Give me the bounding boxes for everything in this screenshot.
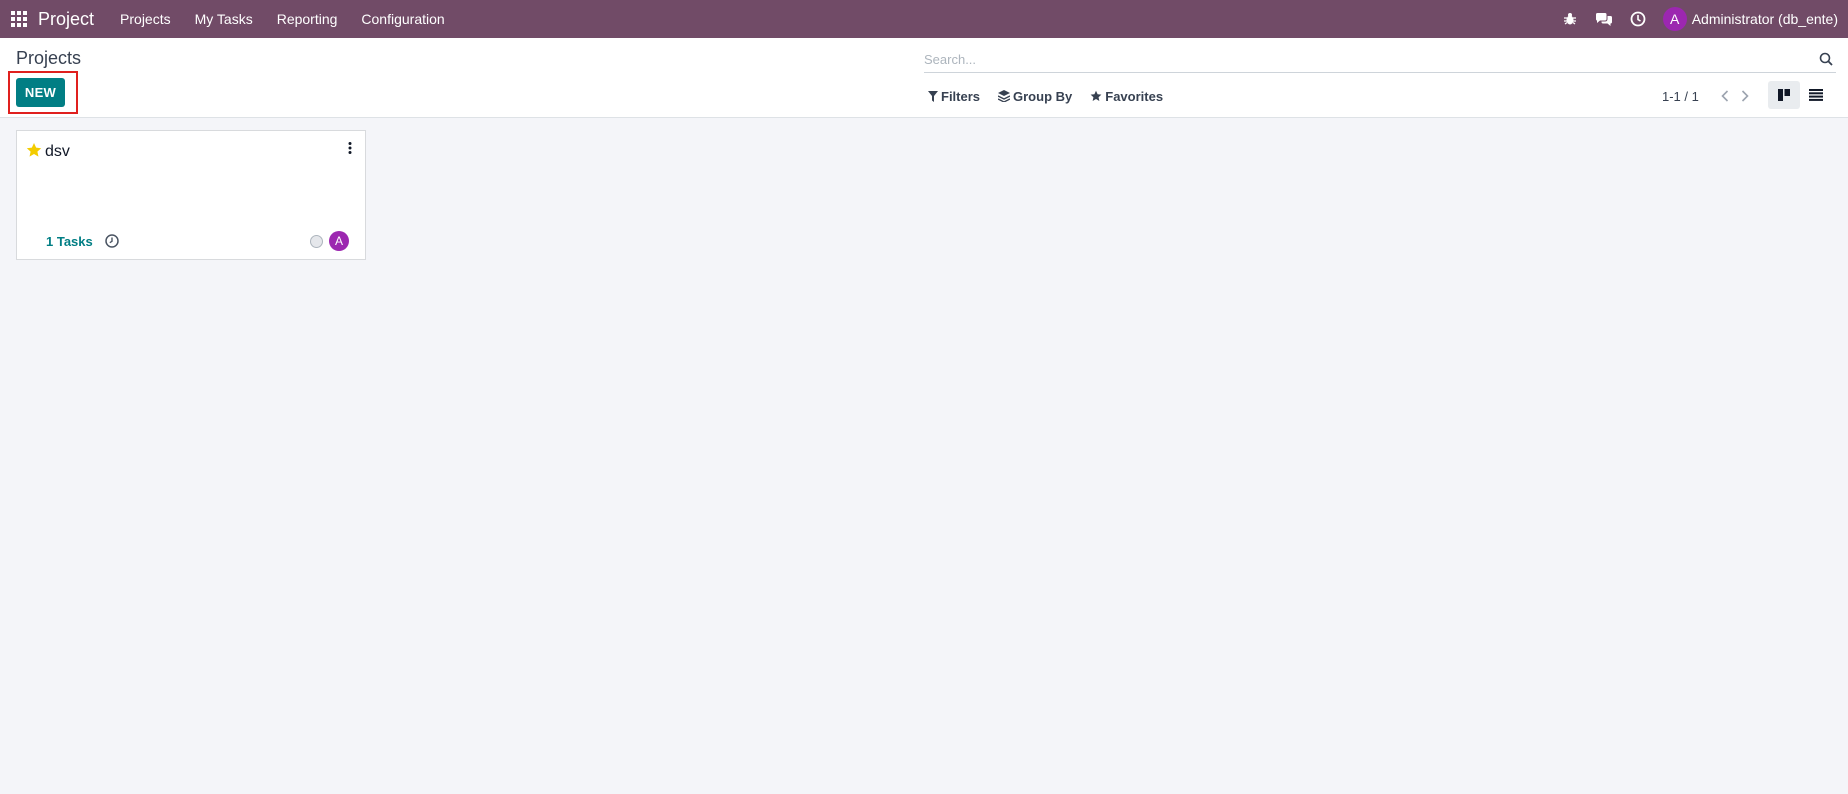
- favorites-button[interactable]: Favorites: [1090, 89, 1163, 104]
- pager-previous-icon[interactable]: [1715, 86, 1735, 106]
- menu-reporting[interactable]: Reporting: [265, 0, 350, 38]
- menu-projects[interactable]: Projects: [108, 0, 183, 38]
- menu-my-tasks[interactable]: My Tasks: [183, 0, 265, 38]
- view-switcher: [1768, 81, 1832, 109]
- activity-clock-icon[interactable]: [104, 233, 120, 249]
- pager-value[interactable]: 1-1 / 1: [1662, 89, 1699, 104]
- debug-bug-icon[interactable]: [1553, 0, 1587, 38]
- page-title: Projects: [16, 48, 82, 68]
- user-avatar: A: [1662, 7, 1687, 31]
- card-dropdown-icon[interactable]: [343, 139, 357, 157]
- control-panel: Projects NEW Filters Group By Favorites …: [0, 38, 1848, 118]
- search-bar: [924, 46, 1836, 73]
- assignee-avatar[interactable]: A: [329, 231, 349, 251]
- app-brand[interactable]: Project: [38, 9, 94, 30]
- systray: A Administrator (db_ente): [1553, 0, 1848, 38]
- kanban-view-icon[interactable]: [1768, 81, 1800, 109]
- filters-label: Filters: [941, 88, 981, 104]
- messages-chat-icon[interactable]: [1587, 0, 1621, 38]
- apps-menu-icon[interactable]: [0, 0, 38, 38]
- layers-icon: [998, 90, 1011, 102]
- top-navbar: Project Projects My Tasks Reporting Conf…: [0, 0, 1848, 38]
- pager: 1-1 / 1: [1662, 86, 1755, 106]
- new-button[interactable]: NEW: [16, 78, 65, 107]
- group-by-button[interactable]: Group By: [998, 89, 1072, 104]
- user-menu[interactable]: A Administrator (db_ente): [1655, 7, 1848, 31]
- project-name[interactable]: dsv: [45, 143, 70, 161]
- menu-configuration[interactable]: Configuration: [349, 0, 456, 38]
- list-view-icon[interactable]: [1800, 81, 1832, 109]
- star-icon: [1090, 90, 1102, 101]
- search-icon[interactable]: [1816, 49, 1836, 69]
- filter-icon: [928, 90, 938, 102]
- favorite-star-icon[interactable]: [26, 142, 42, 158]
- favorites-label: Favorites: [1105, 88, 1164, 104]
- user-name: Administrator (db_ente): [1691, 11, 1838, 27]
- activity-clock-icon[interactable]: [1621, 0, 1655, 38]
- search-options: Filters Group By Favorites: [928, 86, 1181, 106]
- pager-next-icon[interactable]: [1735, 86, 1755, 106]
- project-tasks-link[interactable]: 1 Tasks: [46, 234, 93, 249]
- status-indicator[interactable]: [310, 235, 323, 248]
- group-by-label: Group By: [1013, 88, 1073, 104]
- filters-button[interactable]: Filters: [928, 89, 980, 104]
- search-input[interactable]: [924, 46, 1816, 72]
- project-card[interactable]: dsv 1 Tasks A: [16, 130, 366, 260]
